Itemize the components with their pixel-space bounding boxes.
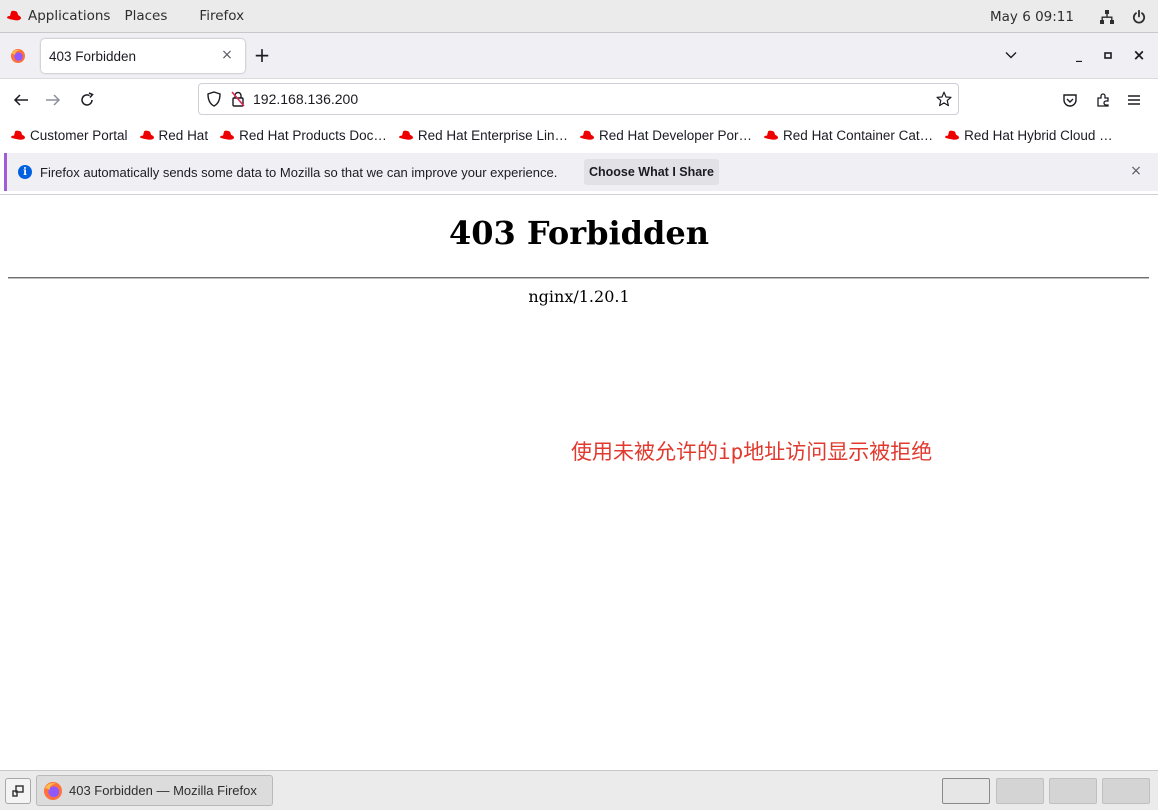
list-all-tabs-chevron-down-icon[interactable] bbox=[1001, 45, 1021, 65]
active-app-label: Firefox bbox=[199, 8, 245, 24]
bookmark-star-icon[interactable] bbox=[936, 91, 952, 107]
forward-icon[interactable] bbox=[42, 89, 64, 111]
annotation-text: 使用未被允许的ip地址访问显示被拒绝 bbox=[571, 440, 933, 464]
bookmark-customer-portal[interactable]: Customer Portal bbox=[10, 128, 128, 143]
redhat-icon bbox=[945, 130, 960, 140]
redhat-icon bbox=[398, 130, 413, 140]
content-divider bbox=[0, 194, 1158, 195]
url-text[interactable]: 192.168.136.200 bbox=[253, 91, 358, 107]
url-bar[interactable]: 192.168.136.200 bbox=[198, 83, 959, 115]
insecure-lock-icon[interactable] bbox=[230, 91, 246, 107]
window-list-taskbar: 403 Forbidden — Mozilla Firefox bbox=[0, 770, 1158, 810]
workspace-3[interactable] bbox=[1049, 778, 1097, 804]
bookmarks-toolbar: Customer Portal Red Hat Red Hat Products… bbox=[0, 120, 1158, 150]
redhat-icon bbox=[220, 130, 235, 140]
bookmark-red-hat-container-catalog[interactable]: Red Hat Container Cat… bbox=[763, 128, 933, 143]
redhat-icon bbox=[11, 130, 25, 140]
choose-what-i-share-button[interactable]: Choose What I Share bbox=[584, 159, 719, 185]
bookmark-label: Red Hat Container Cat… bbox=[783, 127, 934, 143]
bookmark-red-hat-products-doc[interactable]: Red Hat Products Doc… bbox=[219, 128, 387, 143]
menu-icon[interactable] bbox=[1123, 89, 1145, 111]
server-version: nginx/1.20.1 bbox=[528, 287, 630, 306]
horizontal-rule bbox=[8, 277, 1149, 279]
back-icon[interactable] bbox=[10, 89, 32, 111]
choose-button-label: Choose What I Share bbox=[588, 165, 715, 179]
tab-title: 403 Forbidden bbox=[49, 48, 137, 64]
network-icon[interactable] bbox=[1094, 0, 1120, 33]
redhat-icon bbox=[579, 130, 594, 140]
extensions-icon[interactable] bbox=[1092, 89, 1114, 111]
clock[interactable]: May 6 09:11 bbox=[990, 9, 1074, 25]
bookmark-label: Red Hat Products Doc… bbox=[239, 127, 387, 143]
reload-icon[interactable] bbox=[76, 89, 98, 111]
redhat-icon bbox=[764, 130, 779, 140]
redhat-icon bbox=[139, 130, 154, 140]
taskbar-label: 403 Forbidden — Mozilla Firefox bbox=[69, 783, 257, 798]
show-desktop-icon[interactable] bbox=[5, 778, 31, 804]
new-tab-button[interactable]: + bbox=[252, 45, 272, 65]
places-menu[interactable]: Places bbox=[124, 8, 167, 24]
bookmark-red-hat-enterprise-linux[interactable]: Red Hat Enterprise Lin… bbox=[398, 128, 568, 143]
workspace-1[interactable] bbox=[942, 778, 990, 804]
minimize-button[interactable]: _ bbox=[1069, 45, 1089, 65]
applications-label: Applications bbox=[28, 8, 111, 24]
gnome-top-bar: Applications Places Firefox May 6 09:11 bbox=[0, 0, 1158, 33]
bookmark-red-hat-developer-portal[interactable]: Red Hat Developer Por… bbox=[579, 128, 752, 143]
navigation-bar: 192.168.136.200 bbox=[0, 78, 1158, 120]
close-window-button[interactable]: × bbox=[1129, 45, 1149, 65]
workspace-4[interactable] bbox=[1102, 778, 1150, 804]
tab-close-icon[interactable]: × bbox=[219, 47, 235, 63]
power-icon[interactable] bbox=[1126, 0, 1152, 33]
info-icon: i bbox=[18, 165, 32, 179]
places-label: Places bbox=[124, 8, 168, 24]
maximize-button[interactable] bbox=[1098, 45, 1118, 65]
firefox-view-icon[interactable] bbox=[0, 33, 36, 78]
tab-strip: 403 Forbidden × + _ × bbox=[0, 33, 1158, 78]
bookmark-red-hat-hybrid-cloud[interactable]: Red Hat Hybrid Cloud … bbox=[944, 128, 1113, 143]
active-app-menu[interactable]: Firefox bbox=[199, 8, 244, 24]
page-heading: 403 Forbidden bbox=[448, 214, 709, 252]
bookmark-red-hat[interactable]: Red Hat bbox=[139, 127, 209, 143]
pocket-icon[interactable] bbox=[1059, 89, 1081, 111]
bookmark-label: Customer Portal bbox=[30, 127, 128, 143]
bookmark-label: Red Hat Hybrid Cloud … bbox=[964, 127, 1113, 143]
redhat-icon bbox=[7, 10, 21, 21]
taskbar-firefox-window[interactable]: 403 Forbidden — Mozilla Firefox bbox=[36, 775, 273, 806]
tab-403-forbidden[interactable]: 403 Forbidden × bbox=[41, 39, 245, 73]
bookmark-label: Red Hat Enterprise Lin… bbox=[417, 127, 568, 143]
workspace-2[interactable] bbox=[996, 778, 1044, 804]
applications-menu[interactable]: Applications bbox=[6, 8, 110, 24]
firefox-icon bbox=[44, 781, 62, 800]
notification-close-icon[interactable]: × bbox=[1128, 163, 1144, 179]
bookmark-label: Red Hat Developer Por… bbox=[598, 127, 753, 143]
shield-icon[interactable] bbox=[206, 91, 222, 107]
notification-message: Firefox automatically sends some data to… bbox=[40, 164, 558, 180]
data-reporting-notification: i Firefox automatically sends some data … bbox=[4, 153, 1158, 191]
bookmark-label: Red Hat bbox=[158, 127, 209, 143]
